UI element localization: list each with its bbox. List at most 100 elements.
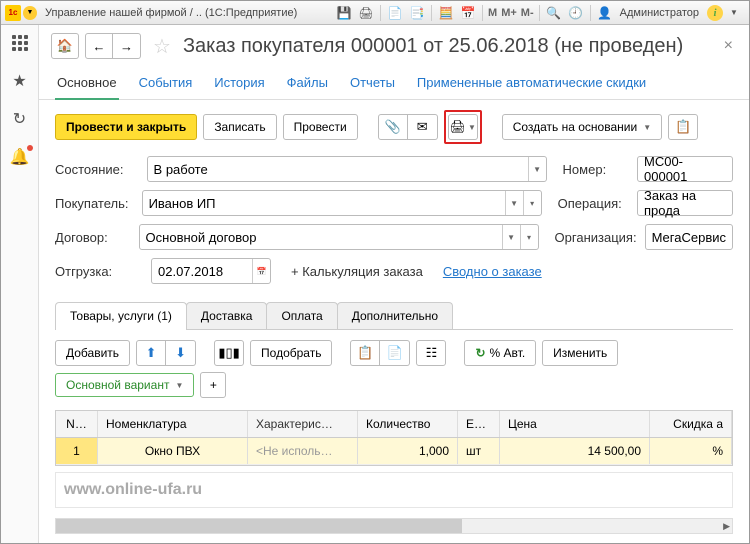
memory-m[interactable]: M xyxy=(486,7,499,19)
add-variant-button[interactable]: + xyxy=(200,372,226,398)
notifications-icon[interactable]: 🔔 xyxy=(10,147,30,167)
sidebar: ★ ↻ 🔔 xyxy=(1,25,39,543)
scrollbar-thumb[interactable] xyxy=(56,519,462,533)
history-icon[interactable]: ↻ xyxy=(10,109,30,129)
col-nom[interactable]: Номенклатура xyxy=(98,411,248,437)
report-icon[interactable]: 📋 xyxy=(668,114,698,140)
contract-label: Договор: xyxy=(55,230,131,245)
change-button[interactable]: Изменить xyxy=(542,340,618,366)
variant-selector[interactable]: Основной вариант▼ xyxy=(55,373,194,397)
dropdown-arrow-icon[interactable]: ▼ xyxy=(502,225,520,249)
tab-discounts[interactable]: Примененные автоматические скидки xyxy=(415,69,648,99)
app-menu-dropdown[interactable]: ▼ xyxy=(23,6,37,20)
tab-reports[interactable]: Отчеты xyxy=(348,69,397,99)
copy-icon[interactable]: 📋 xyxy=(350,340,380,366)
org-value: МегаСервис xyxy=(652,230,726,245)
dropdown-arrow-icon[interactable]: ▼ xyxy=(528,157,546,181)
info-icon[interactable]: i xyxy=(707,5,723,21)
table-row[interactable]: 1 Окно ПВХ <Не исполь… 1,000 шт 14 500,0… xyxy=(56,438,732,465)
notification-dot-icon xyxy=(27,145,33,151)
cell-char: <Не исполь… xyxy=(248,438,358,464)
ship-label: Отгрузка: xyxy=(55,264,143,279)
open-ref-icon[interactable]: ▾ xyxy=(523,191,541,215)
post-button[interactable]: Провести xyxy=(283,114,358,140)
col-disc[interactable]: Скидка а xyxy=(650,411,732,437)
subtab-extra[interactable]: Дополнительно xyxy=(337,302,453,329)
col-char[interactable]: Характерис… xyxy=(248,411,358,437)
ship-date-input[interactable]: 02.07.2018 📅 xyxy=(151,258,271,284)
scroll-right-icon[interactable]: ▶ xyxy=(723,519,730,533)
doc-icon[interactable]: 📄 xyxy=(385,4,405,22)
goods-table: N… Номенклатура Характерис… Количество Е… xyxy=(55,410,733,466)
ship-value: 02.07.2018 xyxy=(158,264,223,279)
subtab-goods[interactable]: Товары, услуги (1) xyxy=(55,302,187,329)
memory-mminus[interactable]: M- xyxy=(519,7,536,19)
window-title: Управление нашей фирмой / .. (1С:Предпри… xyxy=(45,7,297,19)
tab-history[interactable]: История xyxy=(212,69,266,99)
attach-icon[interactable]: 📎 xyxy=(378,114,408,140)
system-bar: 1c ▼ Управление нашей фирмой / .. (1С:Пр… xyxy=(1,1,749,25)
tab-files[interactable]: Файлы xyxy=(285,69,330,99)
col-qty[interactable]: Количество xyxy=(358,411,458,437)
clock-icon[interactable]: 🕘 xyxy=(566,4,586,22)
contract-input[interactable]: Основной договор ▼ ▾ xyxy=(139,224,539,250)
back-button[interactable]: ← xyxy=(85,33,113,59)
star-icon[interactable]: ☆ xyxy=(153,34,171,59)
number-value: МС00-000001 xyxy=(644,154,726,184)
col-price[interactable]: Цена xyxy=(500,411,650,437)
paste-icon[interactable]: 📄 xyxy=(380,340,410,366)
tab-main[interactable]: Основное xyxy=(55,69,119,100)
user-name[interactable]: Администратор xyxy=(616,7,703,19)
list-settings-icon[interactable]: ☷ xyxy=(416,340,446,366)
calculator-icon[interactable]: 🧮 xyxy=(436,4,456,22)
open-ref-icon[interactable]: ▾ xyxy=(520,225,538,249)
cell-n: 1 xyxy=(56,438,98,464)
horizontal-scrollbar[interactable]: ◀ ▶ xyxy=(55,518,733,534)
summary-link[interactable]: Сводно о заказе xyxy=(443,264,542,279)
org-input[interactable]: МегаСервис xyxy=(645,224,733,250)
zoom-icon[interactable]: 🔍 xyxy=(544,4,564,22)
user-icon: 👤 xyxy=(595,4,615,22)
org-label: Организация: xyxy=(555,230,637,245)
forward-button[interactable]: → xyxy=(113,33,141,59)
calendar-picker-icon[interactable]: 📅 xyxy=(252,259,270,283)
save-icon[interactable]: 💾 xyxy=(334,4,354,22)
mail-icon[interactable]: ✉ xyxy=(408,114,438,140)
home-button[interactable]: 🏠 xyxy=(51,33,79,59)
print-dropdown-button[interactable]: 🖨▼ xyxy=(448,114,478,140)
pick-button[interactable]: Подобрать xyxy=(250,340,332,366)
compare-icon[interactable]: 📑 xyxy=(407,4,427,22)
more-dropdown[interactable]: ▼ xyxy=(724,4,744,22)
col-n[interactable]: N… xyxy=(56,411,98,437)
subtab-delivery[interactable]: Доставка xyxy=(186,302,268,329)
table-header: N… Номенклатура Характерис… Количество Е… xyxy=(56,411,732,438)
buyer-input[interactable]: Иванов ИП ▼ ▾ xyxy=(142,190,542,216)
save-button[interactable]: Записать xyxy=(203,114,276,140)
operation-input[interactable]: Заказ на прода xyxy=(637,190,733,216)
buyer-label: Покупатель: xyxy=(55,196,134,211)
state-input[interactable]: В работе ▼ xyxy=(147,156,547,182)
post-and-close-button[interactable]: Провести и закрыть xyxy=(55,114,197,140)
cell-price: 14 500,00 xyxy=(500,438,650,464)
print-icon[interactable]: 🖨 xyxy=(356,4,376,22)
favorites-icon[interactable]: ★ xyxy=(10,71,30,91)
close-button[interactable]: × xyxy=(720,37,737,55)
add-row-button[interactable]: Добавить xyxy=(55,340,130,366)
auto-discount-button[interactable]: ↻ % Авт. xyxy=(464,340,536,366)
dropdown-arrow-icon[interactable]: ▼ xyxy=(505,191,523,215)
move-up-icon[interactable]: ⬆ xyxy=(136,340,166,366)
subtab-payment[interactable]: Оплата xyxy=(266,302,337,329)
operation-value: Заказ на прода xyxy=(644,188,726,218)
create-based-button[interactable]: Создать на основании▼ xyxy=(502,114,662,140)
number-label: Номер: xyxy=(563,162,629,177)
calc-link[interactable]: + Калькуляция заказа xyxy=(291,264,423,279)
memory-mplus[interactable]: M+ xyxy=(499,7,519,19)
sections-icon[interactable] xyxy=(10,33,30,53)
tab-nav: Основное События История Файлы Отчеты Пр… xyxy=(39,65,749,100)
calendar-icon[interactable]: 📅 xyxy=(458,4,478,22)
number-input[interactable]: МС00-000001 xyxy=(637,156,733,182)
tab-events[interactable]: События xyxy=(137,69,195,99)
move-down-icon[interactable]: ⬇ xyxy=(166,340,196,366)
barcode-icon[interactable]: ▮▯▮ xyxy=(214,340,244,366)
col-unit[interactable]: Е… xyxy=(458,411,500,437)
